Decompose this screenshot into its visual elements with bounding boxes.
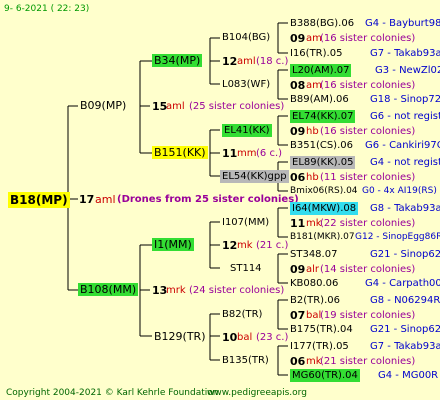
- gen2-B129-code: bal: [237, 332, 253, 343]
- gen3-note-22: (21 sister colonies): [320, 356, 416, 367]
- gen2-queen-EL54[interactable]: EL54(KK)gpp: [220, 170, 289, 183]
- gen3-code-7: hb: [306, 126, 319, 137]
- gen3-queen-0[interactable]: B388(BG).06: [290, 17, 354, 30]
- gen3-queen-12[interactable]: I64(MKW).08: [290, 202, 359, 215]
- gen2-B151-code: mm: [237, 148, 257, 159]
- gen3-count-7: 09: [290, 125, 306, 138]
- gen3-count-4: 08: [290, 79, 306, 92]
- gen3-queen-20[interactable]: B175(TR).04: [290, 323, 353, 336]
- gen3-note-10: (11 sister colonies): [320, 172, 416, 183]
- gen2-B34-count: 12: [222, 55, 238, 68]
- gen2-queen-I1[interactable]: I1(MM): [152, 238, 194, 251]
- gen2-queen-ST114[interactable]: ST114: [230, 262, 262, 275]
- gen1-sister-note-1: (24 sister colonies): [189, 285, 285, 296]
- root-breeder-code: aml: [95, 193, 116, 206]
- gen2-B151-count: 11: [222, 147, 238, 160]
- gen3-queen-18[interactable]: B2(TR).06: [290, 294, 340, 307]
- gen2-queen-B129[interactable]: B129(TR): [154, 330, 206, 343]
- gen3-count-19: 07: [290, 309, 306, 322]
- gen3-loc-15: G21 - Sinop62R: [370, 249, 440, 260]
- gen3-loc-8: G6 - Cankiri97Q: [365, 140, 440, 151]
- gen3-note-16: (14 sister colonies): [320, 264, 416, 275]
- gen3-count-1: 09: [290, 32, 306, 45]
- gen2-B151-note: (6 c.): [256, 148, 283, 159]
- gen3-count-13: 11: [290, 217, 306, 230]
- root-queen-id[interactable]: B18(MP): [8, 192, 70, 208]
- gen2-I1-note: (21 c.): [256, 240, 289, 251]
- footer-url[interactable]: www.pedigreeapis.org: [207, 388, 307, 398]
- gen3-note-13: (22 sister colonies): [320, 218, 416, 229]
- gen3-note-1: (16 sister colonies): [320, 33, 416, 44]
- gen3-loc-23: G4 - MG00R: [378, 370, 439, 381]
- gen3-queen-15[interactable]: ST348.07: [290, 248, 337, 261]
- gen2-B129-count: 10: [222, 331, 238, 344]
- gen2-queen-EL41[interactable]: EL41(KK): [222, 124, 272, 137]
- gen3-loc-6: G6 - not registe: [370, 111, 440, 122]
- gen3-note-7: (16 sister colonies): [320, 126, 416, 137]
- gen3-queen-8[interactable]: B351(CS).06: [290, 139, 353, 152]
- gen3-queen-3[interactable]: L20(AM).07: [290, 64, 352, 77]
- gen2-B34-note: (18 c.): [256, 56, 289, 67]
- gen3-loc-21: G7 - Takab93aR: [370, 341, 440, 352]
- gen3-code-10: hb: [306, 172, 319, 183]
- gen3-loc-5: G18 - Sinop72R: [370, 94, 440, 105]
- root-drone-note: (Drones from 25 sister colonies): [117, 194, 299, 205]
- gen2-queen-B34[interactable]: B34(MP): [152, 54, 203, 67]
- gen3-loc-20: G21 - Sinop62R: [370, 324, 440, 335]
- gen3-queen-11[interactable]: Bmix06(RS).04: [290, 185, 358, 198]
- gen2-I1-code: mk: [237, 240, 253, 251]
- gen1-breeder-code-1: mrk: [166, 285, 186, 296]
- gen3-note-4: (16 sister colonies): [320, 80, 416, 91]
- gen3-queen-17[interactable]: KB080.06: [290, 277, 338, 290]
- gen3-queen-14[interactable]: B181(MKR).07: [290, 231, 355, 244]
- gen2-queen-I107[interactable]: I107(MM): [222, 216, 269, 229]
- gen2-queen-L083[interactable]: L083(WF): [222, 78, 270, 91]
- gen3-queen-2[interactable]: I16(TR).05: [290, 47, 342, 60]
- gen3-queen-21[interactable]: I177(TR).05: [290, 340, 349, 353]
- gen2-queen-B104[interactable]: B104(BG): [222, 31, 270, 44]
- gen1-queen-id-0[interactable]: B09(MP): [80, 99, 126, 112]
- gen1-sister-note-0: (25 sister colonies): [189, 101, 285, 112]
- gen3-code-16: alr: [306, 264, 320, 275]
- gen3-loc-3: G3 - NewZl02Q: [375, 65, 440, 76]
- gen2-I1-count: 12: [222, 239, 238, 252]
- gen3-loc-12: G8 - Takab93aR: [370, 203, 440, 214]
- date-stamp: 9- 6-2021 ( 22: 23): [4, 4, 90, 14]
- root-sister-count: 17: [79, 193, 95, 206]
- gen3-queen-6[interactable]: EL74(KK).07: [290, 110, 356, 123]
- gen2-B34-code: aml: [237, 56, 256, 67]
- gen3-loc-18: G8 - N06294R: [370, 295, 440, 306]
- gen3-queen-23[interactable]: MG60(TR).04: [290, 369, 360, 382]
- gen3-loc-11: G0 - 4x AI19(RS): [362, 186, 437, 196]
- gen3-loc-0: G4 - Bayburt98-3: [365, 18, 440, 29]
- gen3-queen-9[interactable]: EL89(KK).05: [290, 156, 356, 169]
- gen1-queen-id-1[interactable]: B108(MM): [78, 283, 139, 296]
- gen2-queen-B135[interactable]: B135(TR): [222, 354, 269, 367]
- gen3-loc-2: G7 - Takab93aR: [370, 48, 440, 59]
- gen3-queen-5[interactable]: B89(AM).06: [290, 93, 349, 106]
- gen2-queen-B151[interactable]: B151(KK): [152, 146, 208, 159]
- gen3-count-22: 06: [290, 355, 306, 368]
- gen3-loc-17: G4 - Carpath00R: [365, 278, 440, 289]
- gen2-queen-B82[interactable]: B82(TR): [222, 308, 262, 321]
- gen1-breeder-code-0: aml: [166, 101, 185, 112]
- gen2-B129-note: (23 c.): [256, 332, 289, 343]
- footer-copyright: Copyright 2004-2021 © Karl Kehrle Founda…: [6, 388, 219, 398]
- gen3-loc-9: G4 - not registe: [370, 157, 440, 168]
- gen3-code-19: bal: [306, 310, 322, 321]
- gen3-loc-14: G12 - SinopEgg86R: [355, 232, 440, 242]
- gen3-note-19: (19 sister colonies): [320, 310, 416, 321]
- gen3-count-10: 06: [290, 171, 306, 184]
- gen3-count-16: 09: [290, 263, 306, 276]
